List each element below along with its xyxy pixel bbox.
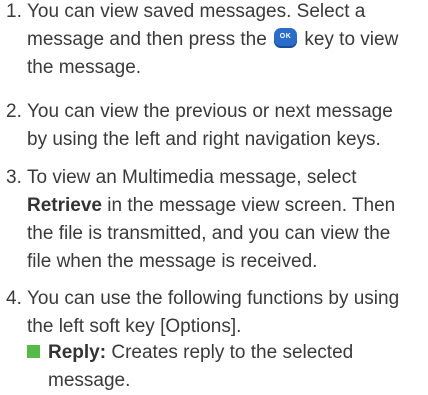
green-square-bullet-icon	[27, 345, 40, 358]
manual-page: 1. You can view saved messages. Select a …	[0, 0, 428, 391]
bullet-item-reply: Reply: Creates reply to the selected mes…	[27, 339, 422, 395]
item-text: To view an Multimedia message, select	[27, 167, 357, 188]
item-text: the message.	[27, 57, 142, 78]
item-number: 3.	[6, 167, 22, 188]
item-text: the left soft key [Options].	[27, 316, 242, 337]
item-text: You can use the following functions by u…	[27, 288, 400, 309]
item-text: You can view saved messages. Select a	[27, 1, 366, 22]
bullet-text: message.	[48, 370, 131, 391]
item-text: file when the message is received.	[27, 251, 318, 272]
item-text: You can view the previous or next messag…	[27, 101, 393, 122]
reply-label: Reply:	[48, 342, 107, 363]
item-text: in the message view screen. Then	[107, 195, 396, 216]
list-item-2: 2. You can view the previous or next mess…	[6, 98, 424, 154]
bullet-text: Creates reply to the selected	[111, 342, 354, 363]
item-number: 4.	[6, 288, 22, 309]
ok-key-icon: OK	[274, 28, 298, 48]
item-text: by using the left and right navigation k…	[27, 129, 381, 150]
list-item-4: 4. You can use the following functions by…	[6, 285, 424, 341]
item-number: 2.	[6, 101, 22, 122]
item-text: the file is transmitted, and you can vie…	[27, 223, 391, 244]
retrieve-label: Retrieve	[27, 195, 102, 216]
list-item-1: 1. You can view saved messages. Select a …	[6, 0, 424, 82]
item-text: key to view	[304, 29, 399, 50]
ok-key-label: OK	[279, 33, 292, 40]
item-text: message and then press the	[27, 29, 267, 50]
item-number: 1.	[6, 1, 22, 22]
list-item-3: 3. To view an Multimedia message, select …	[6, 164, 424, 276]
